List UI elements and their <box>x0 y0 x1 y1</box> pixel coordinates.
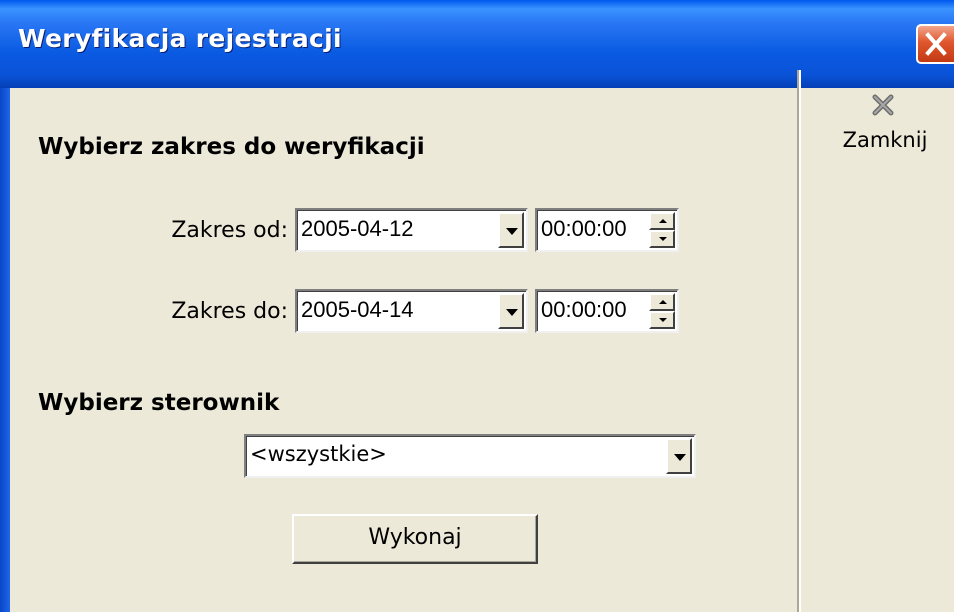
range-to-time-value: 00:00:00 <box>541 297 627 322</box>
range-from-time-down-button[interactable] <box>649 230 675 248</box>
controller-select-dropdown-button[interactable] <box>666 438 692 474</box>
range-to-date-value: 2005-04-14 <box>301 297 414 322</box>
range-from-time-value: 00:00:00 <box>541 216 627 241</box>
close-icon <box>925 32 947 56</box>
range-to-date-dropdown-button[interactable] <box>498 293 524 329</box>
range-from-time-spinner[interactable]: 00:00:00 <box>535 208 679 252</box>
dialog-window: Weryfikacja rejestracji Wybierz zakres d… <box>0 0 954 612</box>
toolbar-close-label: Zamknij <box>842 128 928 152</box>
execute-button[interactable]: Wykonaj <box>292 514 538 564</box>
range-from-label: Zakres od: <box>171 218 288 243</box>
range-to-time-spin <box>649 293 675 329</box>
range-from-date-value: 2005-04-12 <box>301 216 414 241</box>
range-to-time-down-button[interactable] <box>649 311 675 329</box>
range-to-time-spinner[interactable]: 00:00:00 <box>535 289 679 333</box>
range-to-time-up-button[interactable] <box>649 293 675 311</box>
window-title: Weryfikacja rejestracji <box>18 24 342 53</box>
toolbar-divider <box>797 70 801 612</box>
range-from-date-picker[interactable]: 2005-04-12 <box>295 208 528 252</box>
controller-select-value: <wszystkie> <box>250 442 387 466</box>
range-from-time-up-button[interactable] <box>649 212 675 230</box>
close-x-icon <box>872 94 894 116</box>
range-from-date-dropdown-button[interactable] <box>498 212 524 248</box>
range-from-time-spin <box>649 212 675 248</box>
title-bar[interactable]: Weryfikacja rejestracji <box>0 0 954 88</box>
window-left-border <box>0 88 10 612</box>
controller-select[interactable]: <wszystkie> <box>244 434 696 478</box>
controller-heading: Wybierz sterownik <box>38 390 280 416</box>
range-to-date-picker[interactable]: 2005-04-14 <box>295 289 528 333</box>
range-heading: Wybierz zakres do weryfikacji <box>38 134 425 160</box>
range-to-label: Zakres do: <box>171 299 288 324</box>
window-close-button[interactable] <box>916 24 954 64</box>
toolbar-close-button[interactable]: Zamknij <box>826 88 944 164</box>
